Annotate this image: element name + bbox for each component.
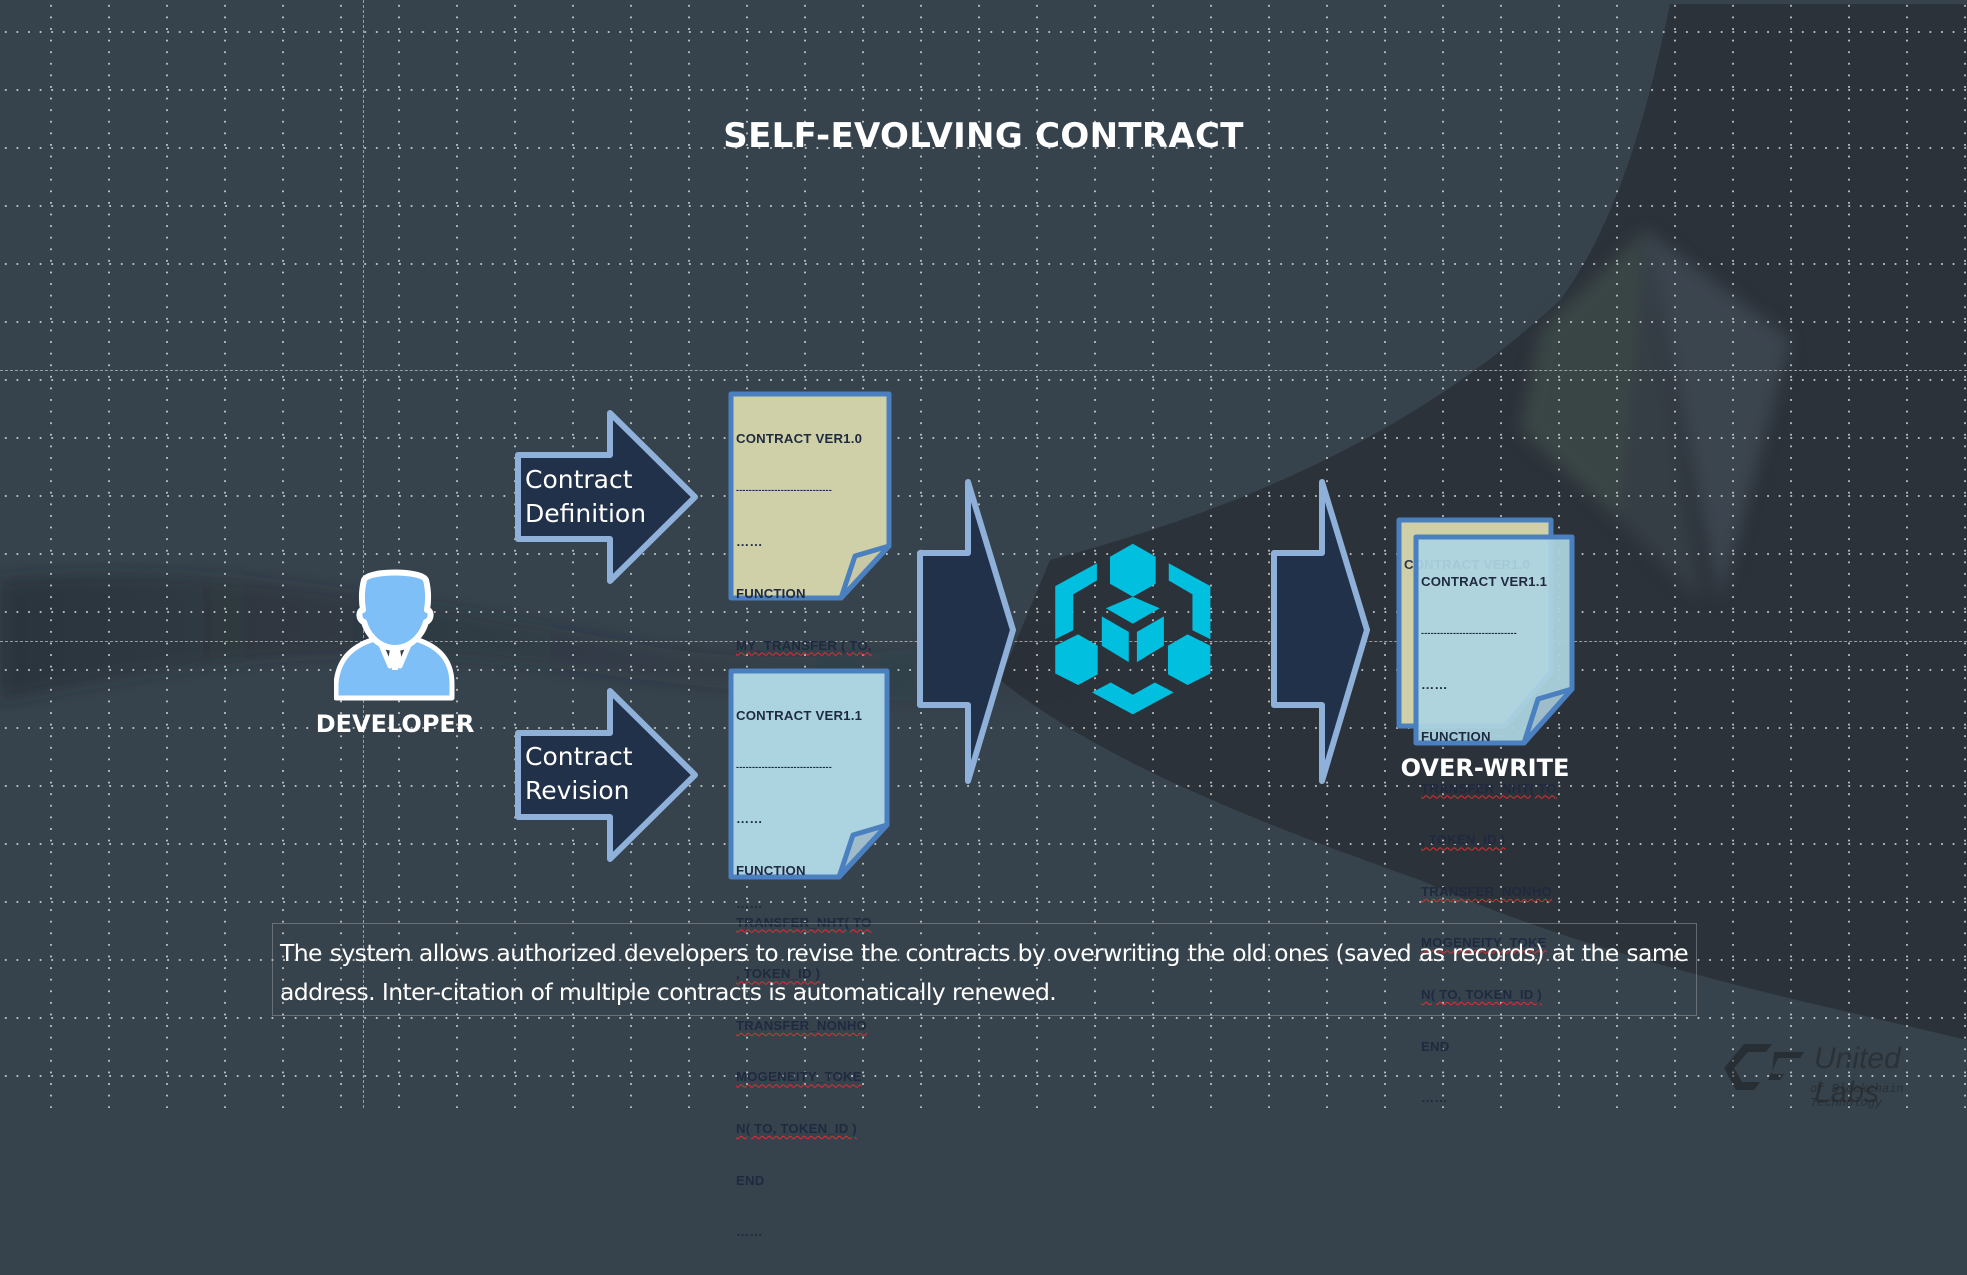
flow-arrow-to-overwrite xyxy=(1271,479,1370,784)
watermark-logo: United Labs of Blockchain Technology xyxy=(1714,1038,1964,1110)
arrow-label-line: Contract xyxy=(525,742,633,771)
developer-label: DEVELOPER xyxy=(315,710,475,738)
arrow-label-line: Contract xyxy=(525,465,633,494)
doc-line: FUNCTION xyxy=(1421,729,1491,745)
blockchain-cube-icon xyxy=(1055,543,1211,715)
doc-line: , TOKEN_ID ) xyxy=(1421,832,1506,848)
contract-revision-label: Contract Revision xyxy=(525,740,633,808)
arrow-label-line: Definition xyxy=(525,499,647,528)
document-title: CONTRACT VER1.0 xyxy=(736,431,863,447)
doc-line: MY_TRANSFER ( TO, xyxy=(736,637,872,653)
doc-line: TRANSFER_NONHO xyxy=(1421,883,1553,899)
caption-text: The system allows authorized developers … xyxy=(280,939,1689,1006)
watermark-subtitle: of Blockchain Technology xyxy=(1810,1082,1904,1110)
doc-line: FUNCTION xyxy=(736,863,806,879)
contract-v10-document: CONTRACT VER1.0 ------------------------… xyxy=(727,390,893,911)
overwrite-v11-document: CONTRACT VER1.1 ------------------------… xyxy=(1412,533,1576,1105)
united-labs-logo-icon xyxy=(1724,1044,1804,1090)
doc-line: MOGENEITY_TOKE xyxy=(736,1069,862,1085)
doc-line: …… xyxy=(736,811,763,827)
document-text: CONTRACT VER1.1 ------------------------… xyxy=(1421,539,1563,1141)
doc-line: ------------------------------ xyxy=(1421,628,1517,639)
doc-line: TRANSFER_NONHO xyxy=(736,1017,868,1033)
doc-line: END xyxy=(736,1172,765,1188)
overwrite-label: OVER-WRITE xyxy=(1400,754,1570,782)
doc-line: …… xyxy=(1421,1090,1448,1106)
flow-arrow-to-logo xyxy=(917,479,1016,784)
doc-line: N( TO, TOKEN_ID ) xyxy=(736,1121,857,1137)
document-title: CONTRACT VER1.1 xyxy=(736,708,863,724)
contract-definition-label: Contract Definition xyxy=(525,463,646,531)
guide-line-horizontal-1 xyxy=(0,370,1967,371)
arrow-label-line: Revision xyxy=(525,776,630,805)
doc-line: END xyxy=(1421,1038,1450,1054)
doc-line: …… xyxy=(1421,677,1448,693)
person-icon xyxy=(334,569,455,701)
doc-line: TRANSFER_NHT( TO xyxy=(1421,780,1557,796)
doc-line: FUNCTION xyxy=(736,586,806,602)
page-title: SELF-EVOLVING CONTRACT xyxy=(723,116,1244,156)
document-title: CONTRACT VER1.1 xyxy=(1421,574,1548,590)
doc-line: ------------------------------ xyxy=(736,485,832,496)
caption-box: The system allows authorized developers … xyxy=(272,923,1697,1016)
contract-v11-document: CONTRACT VER1.1 ------------------------… xyxy=(727,667,891,1239)
doc-line: …… xyxy=(736,1224,763,1240)
doc-line: ------------------------------ xyxy=(736,762,832,773)
doc-line: …… xyxy=(736,534,763,550)
